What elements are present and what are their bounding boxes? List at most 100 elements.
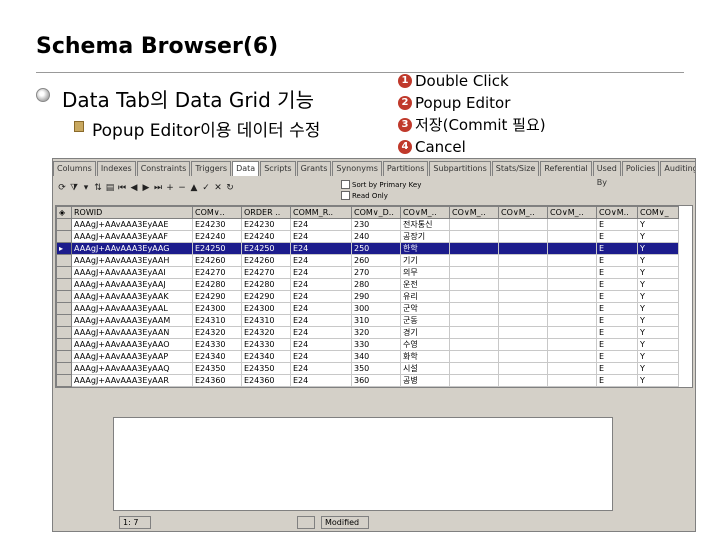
- table-cell[interactable]: E: [596, 314, 638, 327]
- table-cell[interactable]: [449, 242, 499, 255]
- table-cell[interactable]: [498, 338, 548, 351]
- table-cell[interactable]: E: [596, 350, 638, 363]
- column-header[interactable]: CO∨M_..: [547, 206, 597, 219]
- table-cell[interactable]: [449, 374, 499, 387]
- table-cell[interactable]: [449, 278, 499, 291]
- table-cell[interactable]: 270: [351, 266, 401, 279]
- table-cell[interactable]: [547, 338, 597, 351]
- table-cell[interactable]: AAAgJ+AAvAAA3EyAAN: [71, 326, 193, 339]
- table-cell[interactable]: 280: [351, 278, 401, 291]
- row-indicator[interactable]: ▸: [56, 242, 72, 255]
- column-header[interactable]: ROWID: [71, 206, 193, 219]
- tab-used-by[interactable]: Used By: [592, 161, 621, 187]
- table-cell[interactable]: E: [596, 326, 638, 339]
- table-cell[interactable]: E24270: [192, 266, 242, 279]
- table-cell[interactable]: AAAgJ+AAvAAA3EyAAR: [71, 374, 193, 387]
- table-cell[interactable]: AAAgJ+AAvAAA3EyAAF: [71, 230, 193, 243]
- table-cell[interactable]: 화학: [400, 350, 450, 363]
- table-cell[interactable]: [449, 290, 499, 303]
- table-cell[interactable]: 330: [351, 338, 401, 351]
- table-cell[interactable]: [498, 254, 548, 267]
- tab-referential[interactable]: Referential: [540, 161, 592, 176]
- table-cell[interactable]: E24: [290, 290, 352, 303]
- table-cell[interactable]: 운전: [400, 278, 450, 291]
- table-cell[interactable]: E24: [290, 350, 352, 363]
- tab-triggers[interactable]: Triggers: [191, 161, 232, 176]
- table-cell[interactable]: E24: [290, 218, 352, 231]
- table-cell[interactable]: [498, 278, 548, 291]
- table-row[interactable]: AAAgJ+AAvAAA3EyAAK E24290 E24290 E24 290 유리 E Y: [56, 290, 679, 303]
- next-record-icon[interactable]: ▶: [141, 183, 151, 193]
- table-cell[interactable]: 기기: [400, 254, 450, 267]
- table-row[interactable]: AAAgJ+AAvAAA3EyAAP E24340 E24340 E24 340 화학 E Y: [56, 350, 679, 363]
- table-cell[interactable]: [498, 242, 548, 255]
- tab-grants[interactable]: Grants: [296, 161, 332, 176]
- table-cell[interactable]: 유리: [400, 290, 450, 303]
- tab-subpartitions[interactable]: Subpartitions: [429, 161, 491, 176]
- table-cell[interactable]: [498, 374, 548, 387]
- column-header[interactable]: CO∨M_..: [449, 206, 499, 219]
- table-cell[interactable]: 240: [351, 230, 401, 243]
- table-cell[interactable]: E: [596, 290, 638, 303]
- table-cell[interactable]: E24350: [192, 362, 242, 375]
- row-indicator[interactable]: [56, 350, 72, 363]
- table-cell[interactable]: Y: [637, 326, 679, 339]
- table-cell[interactable]: 230: [351, 218, 401, 231]
- table-cell[interactable]: E24270: [241, 266, 291, 279]
- cancel-edit-icon[interactable]: ✕: [213, 183, 223, 193]
- row-indicator[interactable]: [56, 254, 72, 267]
- table-cell[interactable]: E24360: [241, 374, 291, 387]
- table-cell[interactable]: E24290: [241, 290, 291, 303]
- table-cell[interactable]: [498, 230, 548, 243]
- table-cell[interactable]: Y: [637, 350, 679, 363]
- checkbox-box[interactable]: [341, 180, 350, 189]
- table-cell[interactable]: E: [596, 266, 638, 279]
- row-indicator[interactable]: [56, 374, 72, 387]
- table-cell[interactable]: E24: [290, 362, 352, 375]
- table-cell[interactable]: Y: [637, 266, 679, 279]
- row-indicator[interactable]: [56, 230, 72, 243]
- delete-row-icon[interactable]: −: [177, 183, 187, 193]
- table-cell[interactable]: E24250: [192, 242, 242, 255]
- column-header[interactable]: COM∨_D..: [351, 206, 401, 219]
- table-row[interactable]: AAAgJ+AAvAAA3EyAAF E24240 E24240 E24 240 공장기 E…: [56, 230, 679, 243]
- table-cell[interactable]: 군동: [400, 314, 450, 327]
- table-cell[interactable]: Y: [637, 218, 679, 231]
- first-record-icon[interactable]: ⏮: [117, 183, 127, 193]
- prev-record-icon[interactable]: ◀: [129, 183, 139, 193]
- table-cell[interactable]: E24230: [192, 218, 242, 231]
- edit-row-icon[interactable]: ▲: [189, 183, 199, 193]
- table-cell[interactable]: E24280: [241, 278, 291, 291]
- row-indicator[interactable]: [56, 302, 72, 315]
- table-cell[interactable]: E24: [290, 278, 352, 291]
- table-cell[interactable]: E24280: [192, 278, 242, 291]
- table-cell[interactable]: [547, 314, 597, 327]
- filter-icon[interactable]: ⧩: [69, 183, 79, 193]
- table-cell[interactable]: E24320: [192, 326, 242, 339]
- tab-policies[interactable]: Policies: [621, 161, 660, 176]
- table-cell[interactable]: AAAgJ+AAvAAA3EyAAG: [71, 242, 193, 255]
- table-cell[interactable]: E24340: [241, 350, 291, 363]
- table-cell[interactable]: 의무: [400, 266, 450, 279]
- table-cell[interactable]: [498, 290, 548, 303]
- table-cell[interactable]: [449, 266, 499, 279]
- table-cell[interactable]: 전자통신: [400, 218, 450, 231]
- refresh-icon[interactable]: ⟳: [57, 183, 67, 193]
- tab-scripts[interactable]: Scripts: [260, 161, 296, 176]
- table-cell[interactable]: 시설: [400, 362, 450, 375]
- table-cell[interactable]: E: [596, 362, 638, 375]
- data-grid[interactable]: ◈ ROWID COM∨.. ORDER .. COMM_R.. COM∨_D.. CO∨M…: [55, 205, 693, 388]
- table-cell[interactable]: [449, 338, 499, 351]
- table-cell[interactable]: [547, 254, 597, 267]
- table-row[interactable]: ▸ AAAgJ+AAvAAA3EyAAG E24250 E24250 E24 250 한학 E…: [56, 242, 679, 255]
- table-cell[interactable]: [449, 362, 499, 375]
- table-cell[interactable]: AAAgJ+AAvAAA3EyAAJ: [71, 278, 193, 291]
- table-cell[interactable]: Y: [637, 278, 679, 291]
- table-cell[interactable]: [547, 266, 597, 279]
- table-cell[interactable]: E24340: [192, 350, 242, 363]
- table-row[interactable]: AAAgJ+AAvAAA3EyAAN E24320 E24320 E24 320 경기 E Y: [56, 326, 679, 339]
- table-row[interactable]: AAAgJ+AAvAAA3EyAAR E24360 E24360 E24 360 공병 E Y: [56, 374, 679, 387]
- table-cell[interactable]: E24330: [241, 338, 291, 351]
- table-cell[interactable]: E24320: [241, 326, 291, 339]
- table-cell[interactable]: E: [596, 218, 638, 231]
